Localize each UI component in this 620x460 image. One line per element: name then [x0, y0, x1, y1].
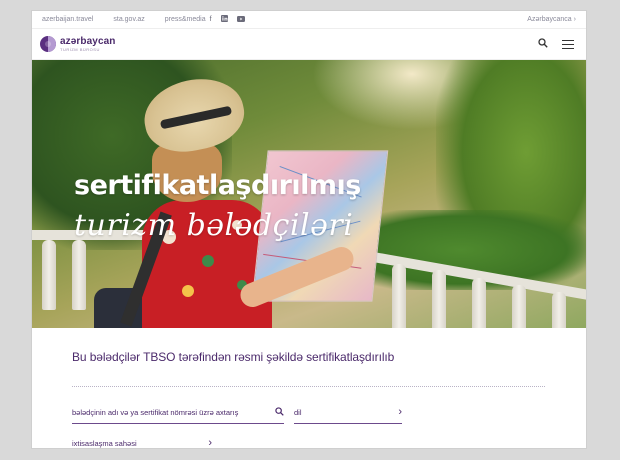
logo-mark-icon: [40, 36, 56, 52]
baluster: [392, 264, 406, 328]
flower: [202, 255, 214, 267]
search-icon[interactable]: [538, 35, 548, 53]
social-links: f: [210, 15, 245, 24]
top-links: azerbaijan.travel sta.gov.az press&media: [42, 16, 206, 23]
guide-search-input[interactable]: bələdçinin adı və ya sertifikat nömrəsi …: [72, 401, 284, 424]
specialization-dropdown[interactable]: ixtisaslaşma sahəsi ›: [72, 432, 212, 448]
search-icon[interactable]: [275, 406, 284, 418]
baluster: [512, 285, 526, 328]
hero-banner: sertifikatlaşdırılmış turizm bələdçiləri: [32, 60, 586, 328]
top-utility-bar: azerbaijan.travel sta.gov.az press&media…: [32, 11, 586, 29]
facebook-icon[interactable]: f: [210, 16, 212, 23]
logo-subtitle: TURİZM BÜROSU: [60, 46, 100, 52]
hamburger-icon[interactable]: [562, 39, 574, 49]
baluster: [432, 270, 446, 328]
baluster: [472, 278, 486, 328]
language-dropdown-label: dil: [294, 407, 302, 417]
logo[interactable]: azərbaycan TURİZM BÜROSU: [40, 36, 115, 52]
specialization-label: ixtisaslaşma sahəsi: [72, 438, 137, 448]
baluster: [552, 292, 566, 328]
language-dropdown[interactable]: dil ›: [294, 401, 402, 424]
header-actions: [538, 35, 574, 53]
linkedin-icon[interactable]: [220, 15, 228, 24]
baluster: [42, 240, 56, 310]
flower: [182, 285, 194, 297]
logo-text: azərbaycan TURİZM BÜROSU: [60, 35, 116, 52]
search-section: Bu bələdçilər TBSO tərəfindən rəsmi şəki…: [32, 350, 586, 448]
chevron-right-icon: ›: [208, 437, 212, 448]
youtube-icon[interactable]: [236, 15, 245, 24]
filter-row: bələdçinin adı və ya sertifikat nömrəsi …: [72, 401, 546, 424]
divider: [72, 386, 545, 387]
site-header: azərbaycan TURİZM BÜROSU: [32, 29, 586, 60]
hero-title: sertifikatlaşdırılmış: [74, 170, 361, 201]
chevron-right-icon: ›: [398, 406, 402, 418]
baluster: [72, 240, 86, 310]
link-azerbaijan-travel[interactable]: azerbaijan.travel: [42, 16, 93, 23]
language-selector[interactable]: Azərbaycanca ›: [527, 16, 576, 23]
link-press-media[interactable]: press&media: [165, 16, 206, 23]
search-placeholder: bələdçinin adı və ya sertifikat nömrəsi …: [72, 407, 239, 417]
link-sta-gov[interactable]: sta.gov.az: [113, 16, 144, 23]
chevron-right-icon: ›: [573, 16, 576, 23]
section-title: Bu bələdçilər TBSO tərəfindən rəsmi şəki…: [72, 350, 395, 364]
hero-subtitle: turizm bələdçiləri: [74, 208, 354, 243]
browser-page: azerbaijan.travel sta.gov.az press&media…: [32, 11, 586, 448]
logo-name: azərbaycan: [60, 35, 116, 47]
language-label: Azərbaycanca: [527, 16, 572, 23]
